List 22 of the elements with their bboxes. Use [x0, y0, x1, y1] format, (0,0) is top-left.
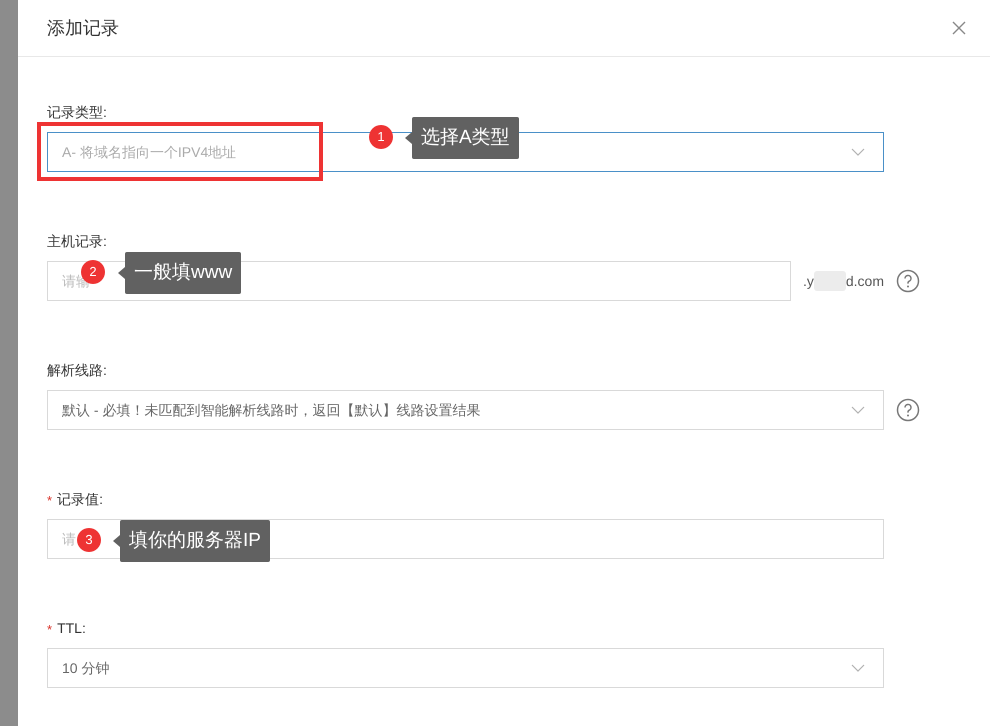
chevron-down-icon — [851, 664, 865, 672]
dialog-title: 添加记录 — [47, 16, 119, 40]
annotation-tooltip: 选择A类型 — [405, 117, 519, 159]
help-icon[interactable] — [896, 269, 920, 293]
close-icon[interactable] — [952, 21, 966, 35]
help-icon[interactable] — [896, 398, 920, 422]
annotation-tooltip: 一般填www — [118, 252, 242, 294]
annotation-tooltip: 填你的服务器IP — [113, 520, 270, 562]
required-asterisk: * — [47, 621, 52, 640]
field-label: TTL: — [57, 618, 86, 638]
field-label: 主机记录: — [47, 232, 107, 250]
field-label: 解析线路: — [47, 360, 107, 380]
step-badge: 1 — [369, 125, 393, 149]
chevron-down-icon — [851, 406, 865, 414]
select-field[interactable]: 10 分钟 — [47, 648, 884, 688]
required-asterisk: * — [47, 492, 52, 510]
chevron-down-icon — [851, 148, 865, 156]
domain-suffix-end: d.com — [846, 272, 884, 290]
field-label: 记录类型: — [47, 102, 107, 122]
select-field[interactable]: 默认 - 必填！未匹配到智能解析线路时，返回【默认】线路设置结果 — [47, 390, 884, 430]
domain-suffix-start: .y — [802, 272, 814, 291]
field-label: 记录值: — [57, 490, 103, 508]
